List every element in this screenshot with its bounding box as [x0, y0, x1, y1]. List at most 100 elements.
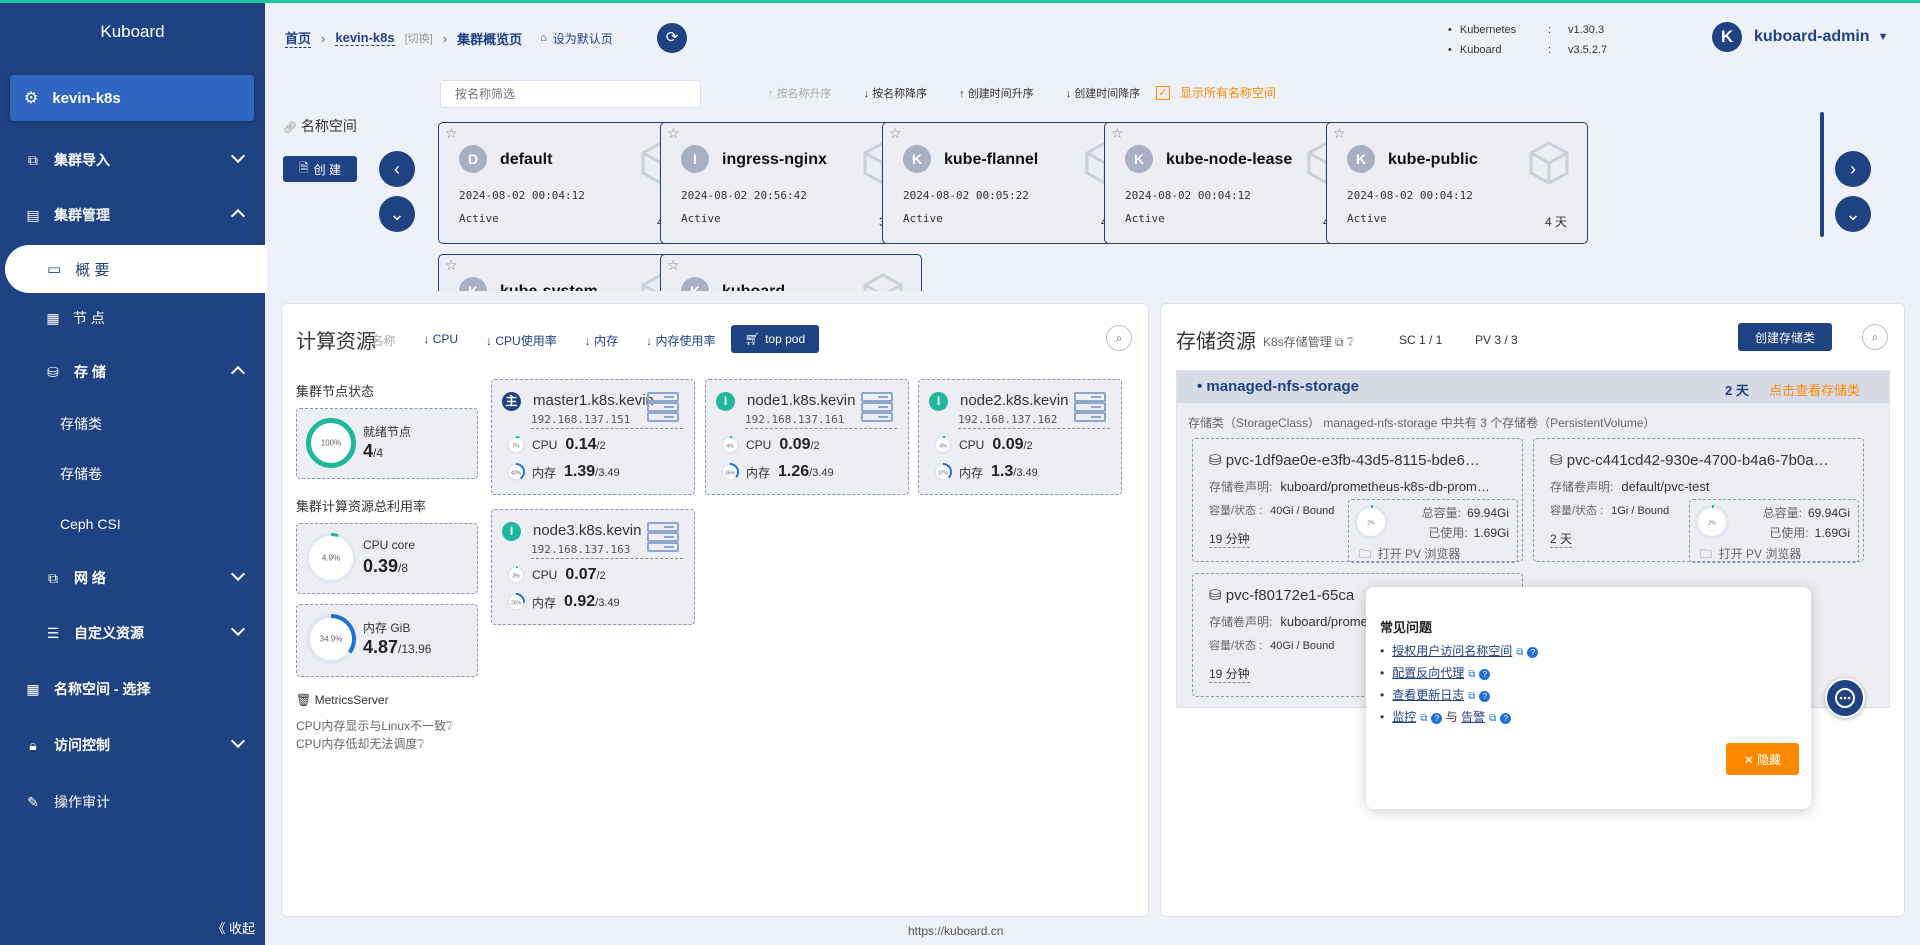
current-cluster[interactable]: ⚙ kevin-k8s [10, 75, 254, 121]
node-card[interactable]: 主 master1.k8s.kevin 192.168.137.151 7% CP… [491, 379, 695, 495]
faq-monitor-link[interactable]: 监控 [1392, 710, 1416, 724]
sidebar-item-ns-select[interactable]: ▦ 名称空间 - 选择 [0, 669, 265, 709]
cpu-mem-note[interactable]: CPU内存显示与Linux不一致❔︎ [296, 717, 453, 734]
question-icon[interactable]: ? [1527, 647, 1539, 658]
sort-name-desc[interactable]: ↓ 按名称降序 [864, 85, 944, 101]
breadcrumb-cluster[interactable]: kevin-k8s [335, 30, 395, 46]
expand-down-button[interactable]: ⌄ [379, 196, 415, 232]
node-cpu-value: 0.09/2 [779, 436, 819, 454]
sidebar-item-manage[interactable]: ▤ 集群管理 [0, 195, 265, 235]
node-card[interactable]: I node1.k8s.kevin 192.168.137.161 4% CPU 0… [705, 379, 909, 495]
import-icon: ⧉ [28, 151, 38, 168]
sidebar-item-network[interactable]: ⧉ 网 络 [0, 558, 265, 598]
gauge-percent-label: 4% [726, 444, 734, 450]
create-namespace-button[interactable]: 🗎 创 建 [283, 156, 357, 182]
sort-by-cpu-usage[interactable]: ↓ CPU使用率 [486, 332, 571, 349]
sort-time-desc[interactable]: ↓ 创建时间降序 [1066, 85, 1157, 101]
sidebar-item-access[interactable]: 🔒︎ 访问控制 [0, 725, 265, 765]
namespace-scrollbar[interactable] [1820, 112, 1824, 237]
set-default-page-link[interactable]: 设为默认页 [553, 30, 613, 47]
zoom-icon[interactable]: ⌕ [1106, 325, 1132, 351]
star-icon[interactable]: ☆ [889, 125, 902, 142]
star-icon[interactable]: ☆ [445, 125, 458, 142]
pvc-claim-row: 存储卷声明: default/pvc-test [1550, 478, 1710, 495]
sidebar-item-audit[interactable]: ✎ 操作审计 [0, 782, 265, 822]
sidebar-item-ceph[interactable]: Ceph CSI [0, 504, 265, 544]
usage-label: 集群计算资源总利用率 [296, 499, 427, 514]
scroll-right-button[interactable]: › [1835, 151, 1871, 187]
pvc-name-text: pvc-f80172e1-65ca [1225, 587, 1355, 604]
board-icon: ▭ [47, 261, 62, 278]
star-icon[interactable]: ☆ [1111, 125, 1124, 142]
star-icon[interactable]: ☆ [445, 257, 458, 274]
question-icon[interactable]: ? [1431, 713, 1443, 724]
brand-logo[interactable]: Kuboard [0, 22, 265, 42]
namespace-card[interactable]: ☆ K kuboard [660, 254, 922, 291]
folder-icon: 🗀 [1700, 547, 1713, 561]
sidebar-item-label: 集群管理 [54, 207, 110, 223]
zoom-icon[interactable]: ⌕ [1862, 324, 1888, 350]
open-pv-browser-link[interactable]: 🗀 打开 PV 浏览器 [1700, 545, 1801, 566]
external-link-icon[interactable]: ⧉ [1468, 691, 1475, 702]
sort-time-asc[interactable]: ↑ 创建时间升序 [959, 85, 1050, 101]
sidebar-item-storage-class[interactable]: 存储类 [0, 404, 265, 444]
faq-alert-link[interactable]: 告警 [1461, 710, 1485, 724]
node-card[interactable]: I node2.k8s.kevin 192.168.137.162 4% CPU 0… [918, 379, 1122, 495]
external-link-icon[interactable]: ⧉ [1489, 713, 1496, 724]
refresh-button[interactable]: ⟳ [657, 23, 687, 53]
expand-down-button-right[interactable]: ⌄ [1835, 196, 1871, 232]
question-icon: ❔︎ [446, 719, 454, 733]
node-card[interactable]: I node3.k8s.kevin 192.168.137.163 3% CPU 0… [491, 509, 695, 625]
top-pod-button[interactable]: 🛒︎ top pod [731, 325, 819, 353]
sidebar-item-import[interactable]: ⧉ 集群导入 [0, 140, 265, 180]
chat-button[interactable] [1825, 678, 1865, 718]
sort-by-cpu[interactable]: ↓ CPU [423, 332, 472, 349]
pvc-card[interactable]: ⛁ pvc-c441cd42-930e-4700-b4a6-7b0a… 存储卷声… [1533, 438, 1864, 563]
namespace-avatar: K [459, 277, 487, 291]
open-pv-browser-link[interactable]: 🗀 打开 PV 浏览器 [1359, 545, 1460, 566]
question-icon[interactable]: ? [1500, 713, 1512, 724]
star-icon[interactable]: ☆ [1333, 125, 1346, 142]
question-icon[interactable]: ? [1479, 691, 1491, 702]
show-all-namespaces-checkbox[interactable]: ✓ 显示所有名称空间 [1156, 84, 1276, 101]
collapse-sidebar-button[interactable]: 《 收起 [212, 918, 255, 937]
view-storage-class-link[interactable]: 点击查看存储类 [1769, 380, 1860, 399]
metrics-server-link[interactable]: 🗑︎ MetricsServer [296, 693, 389, 707]
pvc-claim-value: default/pvc-test [1621, 479, 1710, 494]
external-link-icon[interactable]: ⧉ [1516, 647, 1523, 658]
node-cpu-row: 4% CPU 0.09/2 [720, 435, 820, 455]
sidebar-item-storage[interactable]: ⛁ 存 储 [0, 352, 265, 392]
top-accent-line [0, 0, 1920, 3]
external-link-icon[interactable]: ⧉ [1468, 669, 1475, 680]
chevron-down-icon [230, 148, 246, 164]
star-icon[interactable]: ☆ [667, 257, 680, 274]
star-icon[interactable]: ☆ [667, 125, 680, 142]
sidebar-item-storage-volume[interactable]: 存储卷 [0, 454, 265, 494]
namespace-created: 2024-08-02 00:04:12 [1125, 189, 1251, 202]
node-cpu-used: 0.07 [565, 566, 597, 583]
sidebar-item-custom[interactable]: ☰ 自定义资源 [0, 613, 265, 653]
sort-by-memory[interactable]: ↓ 内存 [585, 332, 632, 349]
question-icon[interactable]: ? [1479, 669, 1491, 680]
sort-by-memory-usage[interactable]: ↓ 内存使用率 [646, 332, 729, 349]
sort-by-name[interactable]: ↑ 名称 [362, 332, 409, 349]
namespace-card[interactable]: ☆ K kube-public 2024-08-02 00:04:12 Acti… [1326, 122, 1588, 244]
faq-link[interactable]: 配置反向代理 [1392, 666, 1464, 680]
switch-cluster-link[interactable]: [切换] [405, 30, 433, 46]
faq-link[interactable]: 授权用户访问名称空间 [1392, 644, 1512, 658]
namespace-filter-input[interactable] [440, 80, 701, 108]
user-menu[interactable]: K kuboard-admin ▼ [1712, 22, 1888, 52]
faq-link[interactable]: 查看更新日志 [1392, 688, 1464, 702]
pvc-card[interactable]: ⛁ pvc-1df9ae0e-e3fb-43d5-8115-bde6… 存储卷声… [1192, 438, 1523, 563]
scroll-left-button[interactable]: ‹ [379, 151, 415, 187]
sidebar-item-overview[interactable]: ▭ 概 要 [5, 245, 267, 293]
external-link-icon[interactable]: ⧉ [1420, 713, 1427, 724]
hide-faq-button[interactable]: ✕ 隐藏 [1726, 743, 1799, 775]
footer-link[interactable]: https://kuboard.cn [908, 924, 1003, 938]
create-storage-class-button[interactable]: 创建存储类 [1738, 323, 1832, 351]
k8s-storage-manage-link[interactable]: K8s存储管理 ⧉ ❔︎ [1263, 333, 1354, 350]
sort-name-asc[interactable]: ↑ 按名称升序 [768, 85, 848, 101]
sidebar-item-nodes[interactable]: ▦ 节 点 [0, 298, 265, 338]
cannot-schedule-note[interactable]: CPU内存低却无法调度❔︎ [296, 735, 425, 752]
breadcrumb-home[interactable]: 首页 [285, 28, 312, 48]
